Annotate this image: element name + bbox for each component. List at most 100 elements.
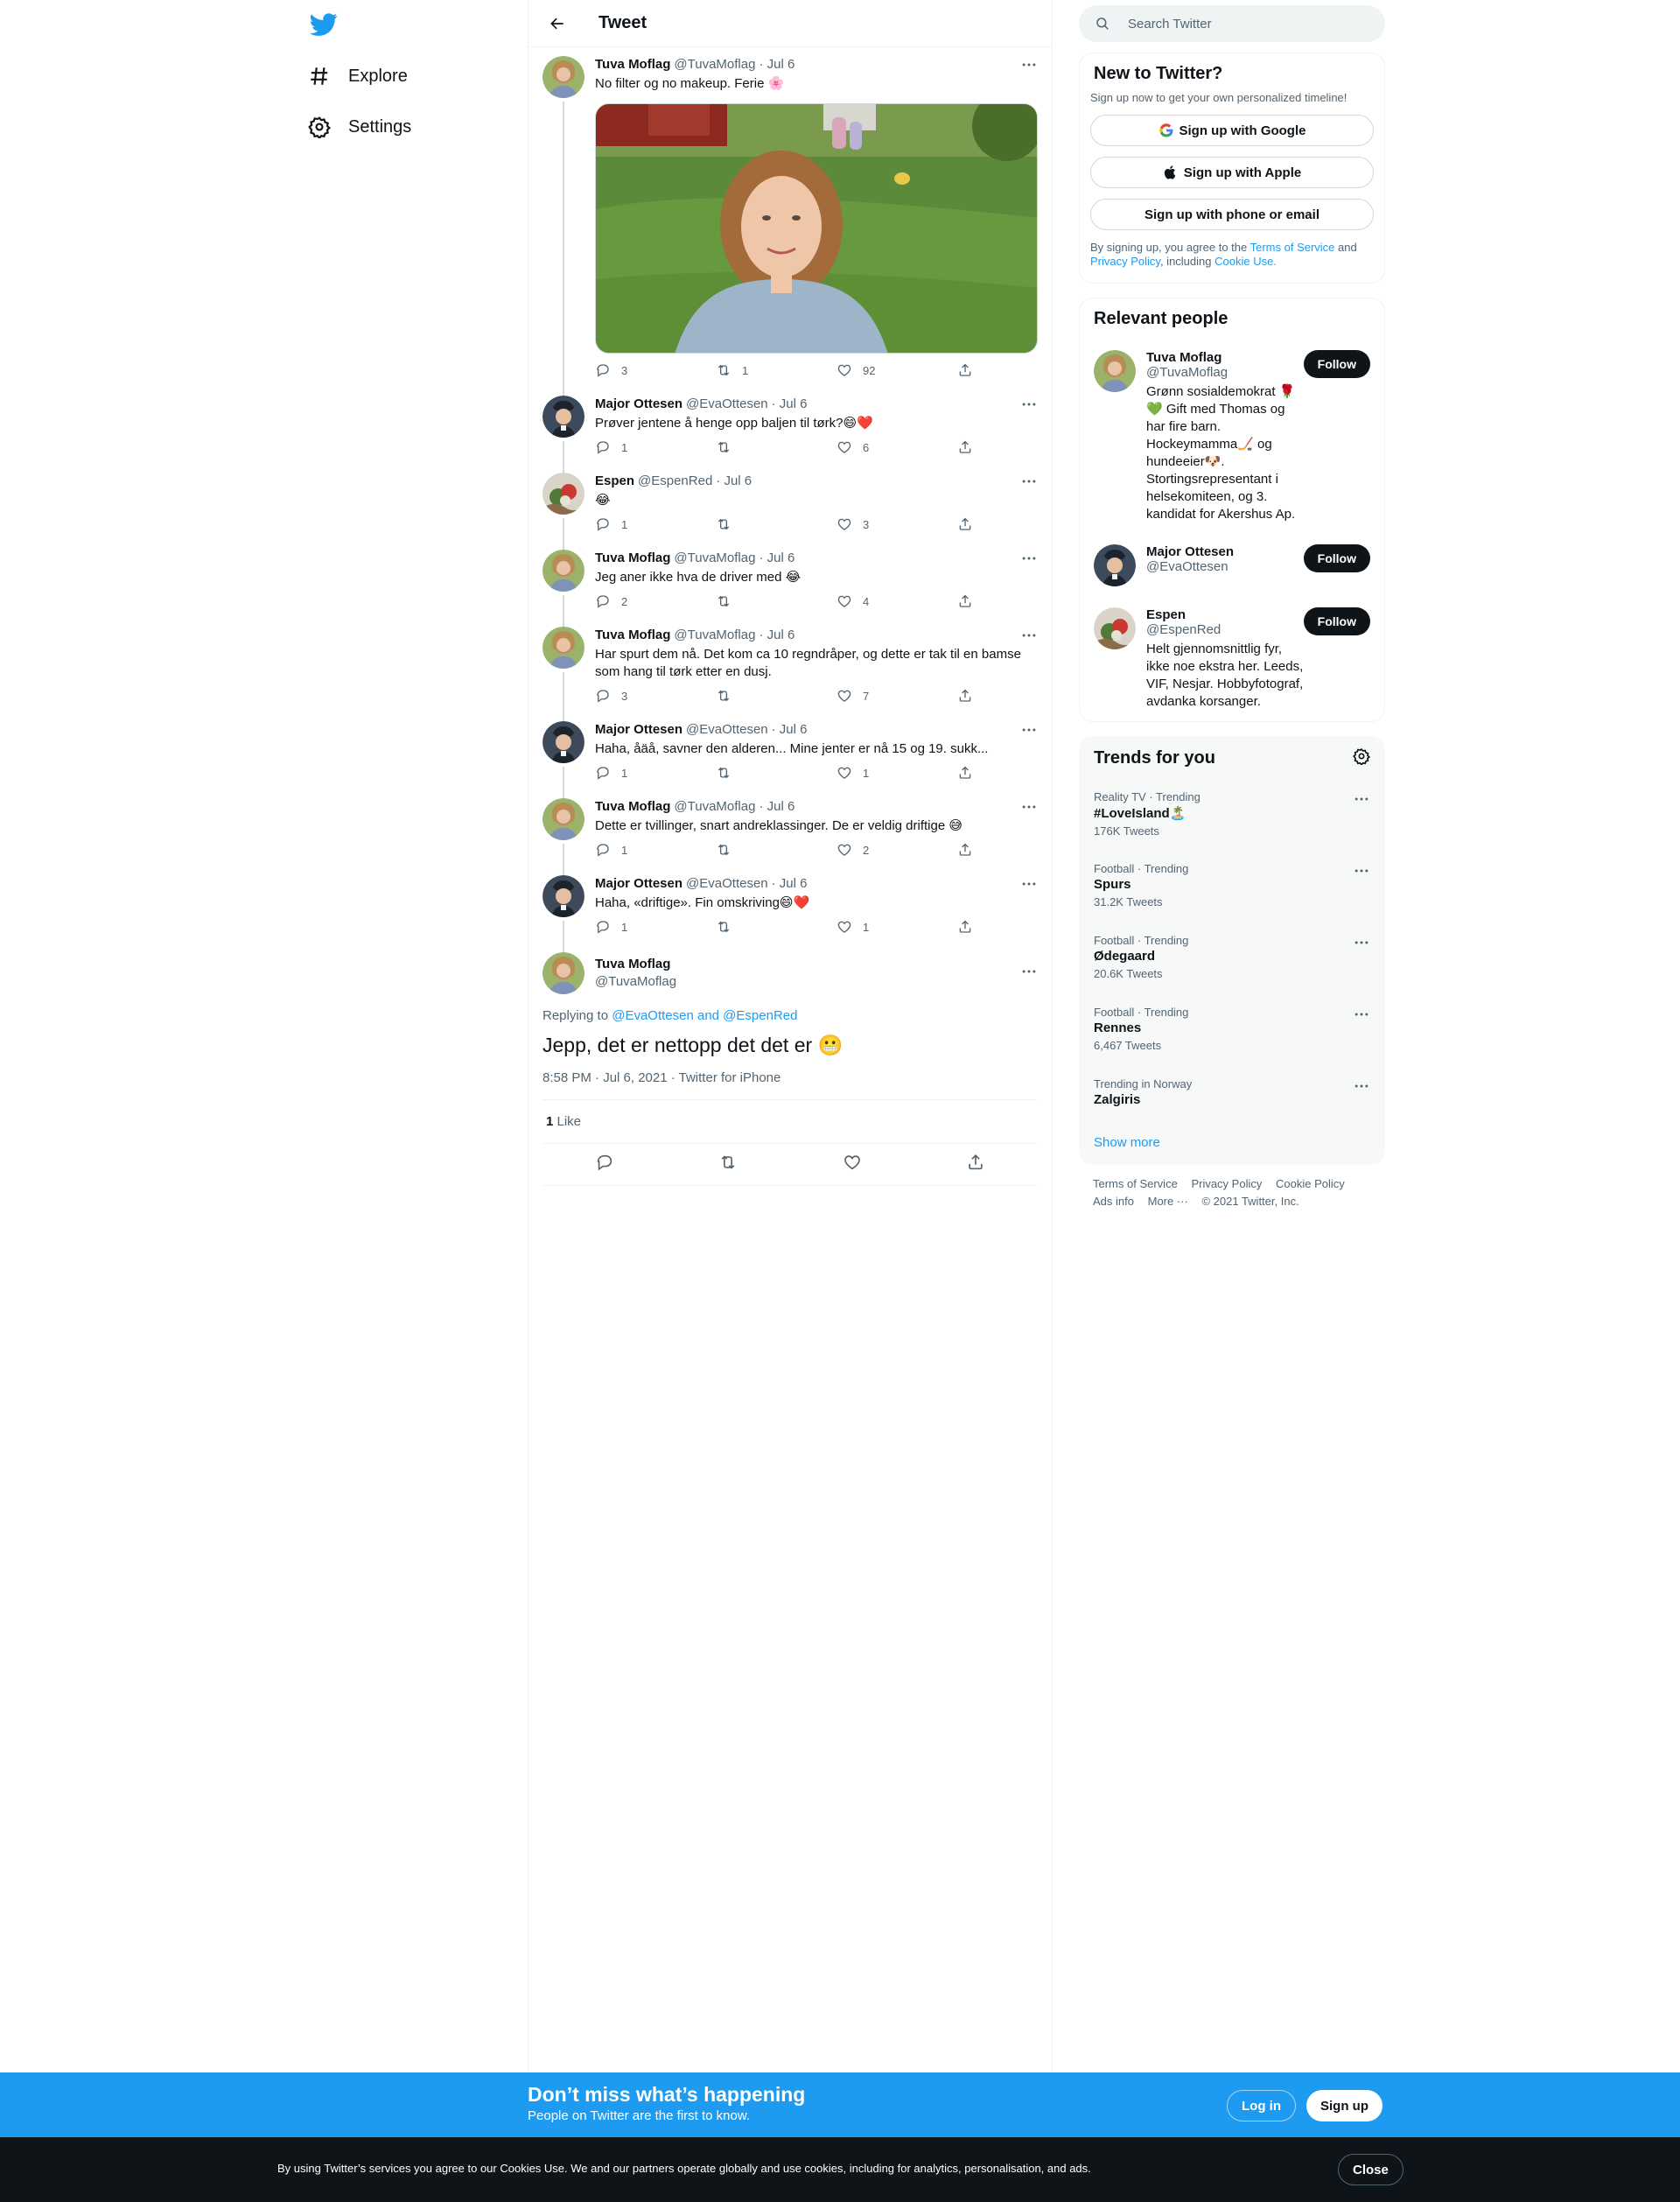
nav-explore[interactable]: Explore <box>306 52 418 101</box>
likes-summary[interactable]: 1 Like <box>542 1100 1038 1144</box>
share-icon[interactable] <box>966 1153 985 1176</box>
author-name[interactable]: Tuva Moflag <box>595 798 670 816</box>
author-handle[interactable]: @TuvaMoflag <box>674 798 755 816</box>
tweet-photo[interactable] <box>595 103 1038 354</box>
thread-tweet[interactable]: Major Ottesen @EvaOttesen · Jul 6 Prøver j… <box>528 387 1052 473</box>
tweet-date[interactable]: · Jul 6 <box>759 56 794 74</box>
author-handle[interactable]: @EvaOttesen <box>686 875 768 893</box>
retweet-button[interactable] <box>716 765 836 781</box>
avatar[interactable] <box>542 627 584 669</box>
login-button[interactable]: Log in <box>1227 2090 1296 2121</box>
share-button[interactable] <box>957 688 984 704</box>
avatar[interactable] <box>542 396 584 438</box>
more-icon[interactable] <box>1020 798 1038 816</box>
retweet-button[interactable] <box>716 919 836 935</box>
trend-item[interactable]: Football · Trending Ødegaard 20.6K Tweet… <box>1080 923 1384 995</box>
retweet-button[interactable] <box>716 842 836 858</box>
signup-button[interactable]: Sign up <box>1306 2090 1382 2121</box>
author-handle[interactable]: @EvaOttesen <box>686 721 768 739</box>
like-button[interactable]: 4 <box>836 593 957 609</box>
avatar[interactable] <box>542 721 584 763</box>
reply-button[interactable]: 3 <box>595 362 716 378</box>
person-handle[interactable]: @EvaOttesen <box>1146 559 1304 574</box>
follow-button[interactable]: Follow <box>1303 607 1370 635</box>
nav-settings[interactable]: Settings <box>306 102 422 151</box>
more-icon[interactable] <box>1020 875 1038 893</box>
thread-tweet[interactable]: Tuva Moflag @TuvaMoflag · Jul 6 No filte… <box>528 47 1052 396</box>
more-icon[interactable] <box>1353 862 1370 884</box>
more-icon[interactable] <box>1353 1077 1370 1099</box>
person-handle[interactable]: @EspenRed <box>1146 622 1304 637</box>
share-button[interactable] <box>957 516 984 532</box>
search-input[interactable]: Search Twitter <box>1079 5 1385 42</box>
thread-tweet[interactable]: Major Ottesen @EvaOttesen · Jul 6 Haha, «d… <box>528 866 1052 952</box>
trend-item[interactable]: Football · Trending Spurs 31.2K Tweets <box>1080 852 1384 923</box>
thread-tweet[interactable]: Tuva Moflag @TuvaMoflag · Jul 6 Jeg aner i… <box>528 541 1052 627</box>
share-button[interactable] <box>957 765 984 781</box>
tweet-date[interactable]: · Jul 6 <box>716 473 752 490</box>
like-button[interactable]: 1 <box>836 919 957 935</box>
signup-phone-button[interactable]: Sign up with phone or email <box>1090 199 1374 230</box>
follow-button[interactable]: Follow <box>1303 350 1370 378</box>
author-name[interactable]: Major Ottesen <box>595 721 682 739</box>
like-button[interactable]: 92 <box>836 362 957 378</box>
author-handle[interactable]: @TuvaMoflag <box>674 56 755 74</box>
reply-icon[interactable] <box>595 1153 614 1176</box>
more-icon[interactable] <box>1020 550 1038 567</box>
tweet-date[interactable]: · Jul 6 <box>772 396 808 413</box>
person-row[interactable]: Major Ottesen @EvaOttesen Follow <box>1080 534 1384 597</box>
author-name[interactable]: Espen <box>595 473 634 490</box>
person-name[interactable]: Major Ottesen <box>1146 544 1304 559</box>
like-button[interactable]: 1 <box>836 765 957 781</box>
reply-button[interactable]: 1 <box>595 842 716 858</box>
more-icon[interactable] <box>1020 963 1038 985</box>
author-name[interactable]: Major Ottesen <box>595 875 682 893</box>
like-button[interactable]: 7 <box>836 688 957 704</box>
tweet-date[interactable]: · Jul 6 <box>759 627 794 644</box>
thread-tweet[interactable]: Espen @EspenRed · Jul 6 😂 1 3 <box>528 464 1052 550</box>
footer-more-link[interactable]: More ··· <box>1148 1195 1188 1208</box>
retweet-button[interactable] <box>716 593 836 609</box>
reply-button[interactable]: 1 <box>595 765 716 781</box>
avatar[interactable] <box>542 550 584 592</box>
show-more-link[interactable]: Show more <box>1080 1121 1384 1164</box>
more-icon[interactable] <box>1020 627 1038 644</box>
twitter-bird-icon[interactable] <box>310 11 338 39</box>
more-icon[interactable] <box>1353 934 1370 956</box>
thread-tweet[interactable]: Tuva Moflag @TuvaMoflag · Jul 6 Har spurt … <box>528 618 1052 721</box>
retweet-button[interactable] <box>716 688 836 704</box>
tweet-date[interactable]: · Jul 6 <box>759 798 794 816</box>
share-button[interactable] <box>957 439 984 455</box>
person-row[interactable]: Espen @EspenRed Helt gjennomsnittlig fyr… <box>1080 597 1384 721</box>
author-name[interactable]: Tuva Moflag <box>595 550 670 567</box>
more-icon[interactable] <box>1353 1006 1370 1027</box>
person-handle[interactable]: @TuvaMoflag <box>1146 365 1304 380</box>
author-handle[interactable]: @TuvaMoflag <box>674 550 755 567</box>
reply-button[interactable]: 3 <box>595 688 716 704</box>
footer-ads-link[interactable]: Ads info <box>1093 1195 1134 1208</box>
author-name[interactable]: Tuva Moflag <box>595 56 670 74</box>
like-button[interactable]: 6 <box>836 439 957 455</box>
replying-to-link[interactable]: @EvaOttesen and @EspenRed <box>612 1008 797 1023</box>
author-name[interactable]: Tuva Moflag <box>595 956 676 973</box>
cookie-link[interactable]: Cookie Use. <box>1214 255 1277 268</box>
author-handle[interactable]: @EspenRed <box>638 473 712 490</box>
more-icon[interactable] <box>1020 473 1038 490</box>
reply-button[interactable]: 1 <box>595 919 716 935</box>
privacy-link[interactable]: Privacy Policy <box>1090 255 1160 268</box>
share-button[interactable] <box>957 362 984 378</box>
footer-terms-link[interactable]: Terms of Service <box>1093 1177 1178 1190</box>
avatar[interactable] <box>1094 607 1136 649</box>
close-cookie-button[interactable]: Close <box>1338 2154 1404 2185</box>
like-button[interactable]: 2 <box>836 842 957 858</box>
more-icon[interactable] <box>1353 790 1370 812</box>
tweet-meta[interactable]: 8:58 PM · Jul 6, 2021 · Twitter for iPho… <box>542 1070 1038 1100</box>
like-button[interactable]: 3 <box>836 516 957 532</box>
avatar[interactable] <box>542 952 584 994</box>
trend-item[interactable]: Football · Trending Rennes 6,467 Tweets <box>1080 995 1384 1067</box>
avatar[interactable] <box>542 875 584 917</box>
more-icon[interactable] <box>1020 56 1038 74</box>
avatar[interactable] <box>1094 350 1136 392</box>
signup-google-button[interactable]: Sign up with Google <box>1090 115 1374 146</box>
share-button[interactable] <box>957 842 984 858</box>
